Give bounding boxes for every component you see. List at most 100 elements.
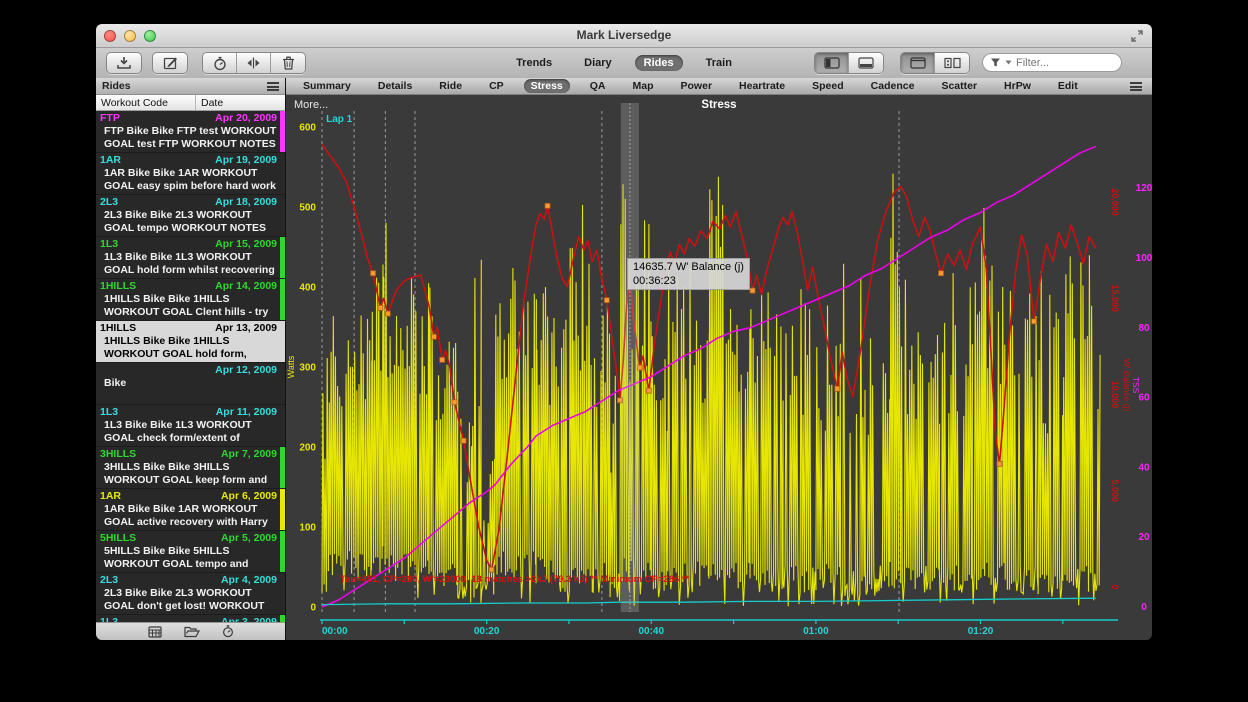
match-marker <box>371 271 376 276</box>
ride-description: 1HILLS Bike Bike 1HILLS WORKOUT GOAL Cle… <box>100 293 277 319</box>
ride-code: 1AR <box>100 490 121 503</box>
tab-speed[interactable]: Speed <box>805 79 851 93</box>
wbal-tick-label: 20,000 <box>1110 188 1120 216</box>
match-marker <box>939 271 944 276</box>
match-marker <box>440 357 445 362</box>
fullscreen-icon[interactable] <box>1130 29 1144 43</box>
tab-edit[interactable]: Edit <box>1051 79 1085 93</box>
ride-code: 1L3 <box>100 406 118 419</box>
chart-tooltip: 14635.7 W' Balance (j) 00:36:23 <box>627 258 750 290</box>
match-marker <box>604 298 609 303</box>
tab-hrpw[interactable]: HrPw <box>997 79 1038 93</box>
manual-entry-button[interactable] <box>152 52 188 74</box>
tab-scatter[interactable]: Scatter <box>934 79 984 93</box>
scope-tab-trends[interactable]: Trends <box>507 55 561 71</box>
toggle-bottombar-button[interactable] <box>849 53 883 73</box>
ride-code: FTP <box>100 112 120 125</box>
match-marker <box>545 203 550 208</box>
ride-row[interactable]: 1HILLSApr 13, 20091HILLS Bike Bike 1HILL… <box>96 321 285 363</box>
tab-qa[interactable]: QA <box>583 79 613 93</box>
tab-cp[interactable]: CP <box>482 79 511 93</box>
tab-stress[interactable]: Stress <box>524 79 570 93</box>
stress-chart[interactable]: More... Stress 00:0000:2000:4001:0001:20… <box>286 95 1152 640</box>
watts-tick-label: 500 <box>299 203 316 214</box>
folder-icon[interactable] <box>184 626 200 638</box>
tab-cadence[interactable]: Cadence <box>864 79 922 93</box>
calendar-icon[interactable] <box>148 626 162 638</box>
tss-tick-label: 0 <box>1141 602 1147 613</box>
ride-color-bar <box>280 111 285 152</box>
ride-code: 1HILLS <box>100 322 136 335</box>
tiled-view-button[interactable] <box>935 53 969 73</box>
column-workout-code[interactable]: Workout Code <box>96 95 196 110</box>
ride-row[interactable]: Apr 12, 2009Bike <box>96 363 285 405</box>
ride-row[interactable]: 1HILLSApr 14, 20091HILLS Bike Bike 1HILL… <box>96 279 285 321</box>
ride-description: Bike <box>100 377 277 403</box>
watts-tick-label: 100 <box>299 523 316 534</box>
ride-row[interactable]: 5HILLSApr 5, 20095HILLS Bike Bike 5HILLS… <box>96 531 285 573</box>
watts-tick-label: 600 <box>299 123 316 134</box>
filter-field[interactable] <box>982 53 1122 72</box>
sidebar-header: Rides <box>96 78 285 95</box>
chevron-down-icon <box>1005 60 1012 65</box>
column-date[interactable]: Date <box>196 97 223 109</box>
ride-code: 2L3 <box>100 574 118 587</box>
ride-color-bar <box>280 615 285 622</box>
match-marker <box>1032 319 1037 324</box>
ride-row[interactable]: 1L3Apr 3, 2009 <box>96 615 285 622</box>
match-marker <box>489 567 494 572</box>
split-ride-button[interactable] <box>237 53 271 73</box>
x-tick-label: 01:20 <box>968 626 994 637</box>
sidebar-title: Rides <box>102 80 131 92</box>
match-marker <box>997 461 1002 466</box>
ride-date: Apr 5, 2009 <box>221 532 277 545</box>
funnel-icon <box>990 57 1001 68</box>
ride-row[interactable]: 1L3Apr 15, 20091L3 Bike Bike 1L3 WORKOUT… <box>96 237 285 279</box>
ride-description: 1L3 Bike Bike 1L3 WORKOUT GOAL check for… <box>100 419 277 445</box>
ride-row[interactable]: 1ARApr 6, 20091AR Bike Bike 1AR WORKOUT … <box>96 489 285 531</box>
match-marker <box>646 388 651 393</box>
sidebar-footer <box>96 622 285 640</box>
ride-description: 2L3 Bike Bike 2L3 WORKOUT GOAL don't get… <box>100 587 277 613</box>
tab-power[interactable]: Power <box>674 79 720 93</box>
tab-heartrate[interactable]: Heartrate <box>732 79 792 93</box>
single-view-button[interactable] <box>901 53 935 73</box>
watts-axis-title: Watts <box>286 355 296 378</box>
tss-axis-title: TSS <box>1131 377 1141 394</box>
ride-row[interactable]: 1ARApr 19, 20091AR Bike Bike 1AR WORKOUT… <box>96 153 285 195</box>
titlebar[interactable]: Mark Liversedge <box>96 24 1152 48</box>
tab-map[interactable]: Map <box>626 79 661 93</box>
intervals-stopwatch-button[interactable] <box>203 53 237 73</box>
tab-details[interactable]: Details <box>371 79 419 93</box>
sidebar-menu-icon[interactable] <box>267 82 279 91</box>
scope-tab-diary[interactable]: Diary <box>575 55 621 71</box>
filter-input[interactable] <box>1016 57 1106 69</box>
ride-row[interactable]: 3HILLSApr 7, 20093HILLS Bike Bike 3HILLS… <box>96 447 285 489</box>
ride-date: Apr 3, 2009 <box>221 616 277 622</box>
ride-code: 1HILLS <box>100 280 136 293</box>
ride-row[interactable]: FTPApr 20, 2009FTP Bike Bike FTP test WO… <box>96 111 285 153</box>
ride-row[interactable]: 1L3Apr 11, 20091L3 Bike Bike 1L3 WORKOUT… <box>96 405 285 447</box>
delete-ride-button[interactable] <box>271 53 305 73</box>
ride-color-bar <box>280 531 285 572</box>
ride-row[interactable]: 2L3Apr 18, 20092L3 Bike Bike 2L3 WORKOUT… <box>96 195 285 237</box>
toolbar: Trends Diary Rides Train <box>96 48 1152 78</box>
scope-tab-train[interactable]: Train <box>697 55 741 71</box>
ride-list: FTPApr 20, 2009FTP Bike Bike FTP test WO… <box>96 111 285 622</box>
stopwatch-icon[interactable] <box>222 625 234 638</box>
toggle-sidebar-button[interactable] <box>815 53 849 73</box>
match-marker <box>452 400 457 405</box>
x-tick-label: 00:40 <box>638 626 664 637</box>
ride-color-bar <box>280 447 285 488</box>
chart-menu-icon[interactable] <box>1130 82 1142 91</box>
ride-row[interactable]: 2L3Apr 4, 20092L3 Bike Bike 2L3 WORKOUT … <box>96 573 285 615</box>
download-ride-button[interactable] <box>106 52 142 74</box>
tss-tick-label: 40 <box>1138 462 1150 473</box>
ride-date: Apr 18, 2009 <box>215 196 277 209</box>
rides-sidebar: Rides Workout Code Date FTPApr 20, 2009F… <box>96 78 286 640</box>
scope-tab-rides[interactable]: Rides <box>635 55 683 71</box>
chart-canvas[interactable]: 00:0000:2000:4001:0001:20010020030040050… <box>286 95 1152 640</box>
tab-ride[interactable]: Ride <box>432 79 469 93</box>
ride-date: Apr 19, 2009 <box>215 154 277 167</box>
tab-summary[interactable]: Summary <box>296 79 358 93</box>
